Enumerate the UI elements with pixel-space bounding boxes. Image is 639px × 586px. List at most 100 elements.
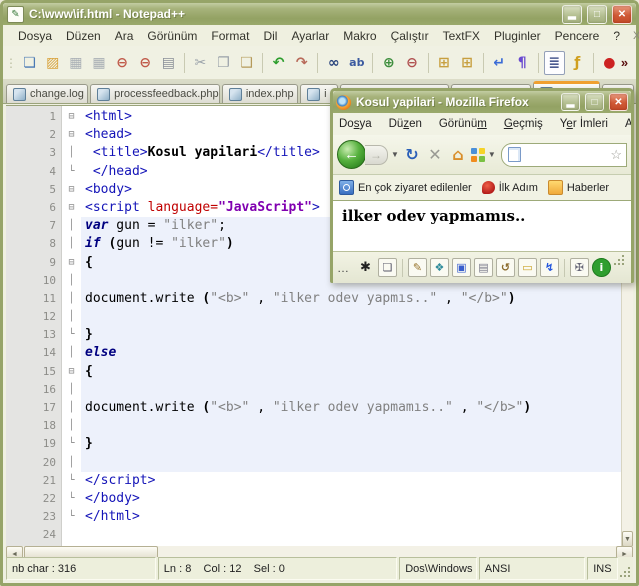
lightning-icon[interactable]: ↯ (539, 258, 559, 277)
sync-scroll-h-icon[interactable]: ⊞ (457, 51, 478, 75)
window-resize-grip[interactable] (620, 557, 633, 580)
menu-item-dosya[interactable]: Dosya (11, 27, 59, 45)
firefox-menu-item-dosya[interactable]: Dosya (339, 116, 381, 132)
copy-icon[interactable]: ❐ (213, 51, 234, 75)
firefox-menu-item-görünüm[interactable]: Görünüm (439, 116, 496, 132)
code-text: document.write ("<b>" , "ilker odev yapm… (81, 399, 622, 418)
code-line: 23 └ </html> (6, 508, 622, 526)
code-text: document.write ("<b>" , "ilker odev yapm… (81, 289, 622, 309)
tab-index.php[interactable]: index.php (221, 84, 299, 103)
menu-item-çalıştır[interactable]: Çalıştır (384, 27, 436, 45)
url-bar[interactable]: ☆ (500, 142, 627, 167)
zoom-out-icon[interactable]: ⊖ (401, 51, 422, 75)
line-number: 16 (42, 382, 56, 396)
paste-icon[interactable]: ❑ (236, 51, 257, 75)
fold-marker[interactable]: ⊟ (62, 254, 81, 272)
fold-marker[interactable]: ⊟ (62, 108, 81, 126)
zoom-in-icon[interactable]: ⊕ (378, 51, 399, 75)
new-file-icon[interactable]: ❏ (19, 51, 40, 75)
statusbar-ellipsis[interactable]: … (337, 261, 349, 275)
stop-button[interactable]: ✕ (425, 145, 445, 164)
note-icon[interactable]: ↺ (495, 258, 515, 277)
box-icon[interactable]: ▭ (517, 258, 537, 277)
menu-item-ayarlar[interactable]: Ayarlar (284, 27, 336, 45)
code-line: 13 └} (6, 326, 622, 345)
menu-item-makro[interactable]: Makro (336, 27, 383, 45)
open-folder-icon[interactable]: ▨ (42, 51, 63, 75)
sync-scroll-v-icon[interactable]: ⊞ (433, 51, 454, 75)
home-button[interactable]: ⌂ (448, 145, 468, 164)
menu-item-dil[interactable]: Dil (256, 27, 284, 45)
menubar-close-doc-icon[interactable]: X (627, 30, 639, 42)
firefox-menu-item-geçmiş[interactable]: Geçmiş (504, 116, 552, 132)
menu-item-format[interactable]: Format (204, 27, 256, 45)
quick-launch-grid-icon[interactable] (470, 147, 485, 162)
close-button[interactable]: ✕ (612, 4, 632, 24)
fold-marker[interactable]: ⊟ (62, 181, 81, 199)
edit-icon[interactable]: ✎ (407, 258, 427, 277)
back-button[interactable]: ← (337, 140, 366, 169)
firefox-menu-item-yer-i̇mleri[interactable]: Yer İmleri (560, 116, 617, 132)
find-icon[interactable]: ∞ (323, 51, 344, 75)
tab-processfeedback.php[interactable]: processfeedback.php (90, 84, 220, 103)
status-encoding: ANSI (478, 557, 586, 580)
print-icon[interactable]: ▤ (158, 51, 179, 75)
menu-item-görünüm[interactable]: Görünüm (140, 27, 204, 45)
replace-icon[interactable]: ab (346, 51, 367, 75)
tools-icon[interactable]: ✠ (569, 258, 589, 277)
undo-icon[interactable]: ↶ (268, 51, 289, 75)
minimize-button[interactable]: ▂ (562, 4, 582, 24)
firefox-minimize-button[interactable]: ▂ (561, 93, 580, 111)
save-icon[interactable]: ▣ (451, 258, 471, 277)
doc-map-icon[interactable]: ƒ (567, 51, 588, 75)
menu-item-ara[interactable]: Ara (108, 27, 141, 45)
info-icon[interactable]: i (591, 258, 611, 277)
cut-icon[interactable]: ✂ (190, 51, 211, 75)
fold-marker[interactable]: ⊟ (62, 363, 81, 381)
print-icon[interactable]: ▤ (473, 258, 493, 277)
save-all-icon[interactable]: ▦ (88, 51, 109, 75)
show-all-chars-icon[interactable]: ¶ (512, 51, 533, 75)
indent-guide-icon[interactable]: ≣ (543, 50, 565, 75)
bookmark-news[interactable]: Haberler (547, 180, 609, 195)
menu-item-pencere[interactable]: Pencere (548, 27, 607, 45)
forward-button[interactable]: → (365, 144, 388, 165)
fold-marker[interactable]: ⊟ (62, 126, 81, 144)
code-line: 12 │ (6, 308, 622, 327)
toolbar-separator (372, 52, 374, 73)
firefox-menu-item-araçlar[interactable]: Araçlar (625, 116, 631, 132)
palette-icon[interactable]: ❖ (429, 258, 449, 277)
line-number: 11 (42, 291, 56, 305)
fold-marker: │ (68, 420, 75, 432)
menu-item-pluginler[interactable]: Pluginler (487, 27, 548, 45)
save-icon[interactable]: ▦ (65, 51, 86, 75)
close-all-icon[interactable]: ⊖ (135, 51, 156, 75)
menu-item-?[interactable]: ? (606, 27, 627, 45)
macro-record-icon[interactable]: ● (599, 51, 620, 75)
toolbar-separator (427, 52, 429, 73)
new-page-icon[interactable]: ❏ (378, 258, 397, 277)
maximize-button[interactable]: □ (587, 4, 607, 24)
reload-button[interactable]: ↻ (402, 145, 422, 164)
word-wrap-icon[interactable]: ↵ (489, 51, 510, 75)
firefox-close-button[interactable]: ✕ (609, 93, 628, 111)
menu-item-düzen[interactable]: Düzen (59, 27, 108, 45)
firefox-titlebar[interactable]: Kosul yapilari - Mozilla Firefox ▂ □ ✕ (333, 91, 631, 113)
grid-dropdown-arrow[interactable]: ▼ (488, 150, 496, 159)
fold-marker[interactable]: ⊟ (62, 199, 81, 217)
bug-icon[interactable]: ✱ (356, 258, 375, 277)
bookmark-star-icon[interactable]: ☆ (610, 147, 622, 163)
bookmark-firstrun[interactable]: İlk Adım (481, 181, 538, 194)
toolbar-overflow-chevron[interactable]: » (621, 55, 632, 70)
close-doc-icon[interactable]: ⊖ (112, 51, 133, 75)
menu-item-textfx[interactable]: TextFX (436, 27, 487, 45)
fold-marker (62, 526, 81, 544)
firefox-menu-item-düzen[interactable]: Düzen (389, 116, 431, 132)
tab-change.log[interactable]: change.log (6, 84, 89, 103)
notepadpp-titlebar[interactable]: ✎ C:\www\if.html - Notepad++ ▂ □ ✕ (3, 3, 636, 25)
firefox-maximize-button[interactable]: □ (585, 93, 604, 111)
scroll-down-arrow[interactable]: ▼ (622, 531, 633, 547)
redo-icon[interactable]: ↷ (291, 51, 312, 75)
bookmark-most-visited[interactable]: En çok ziyaret edilenler (339, 180, 472, 195)
history-dropdown-arrow[interactable]: ▼ (391, 150, 399, 159)
